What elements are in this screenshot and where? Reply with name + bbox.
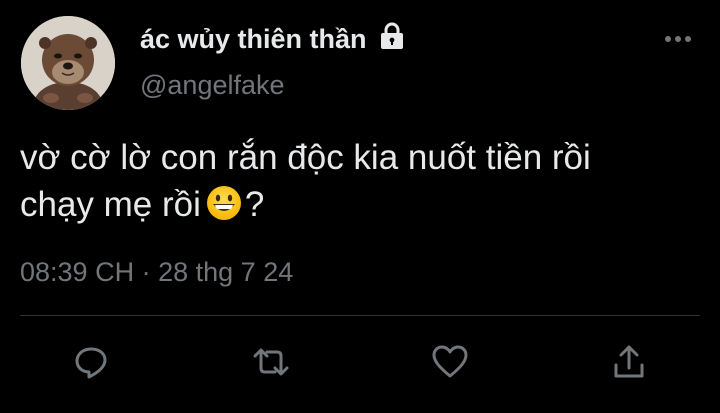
like-button[interactable] (430, 344, 470, 384)
tweet-time: 08:39 CH (20, 257, 135, 287)
retweet-icon (251, 344, 291, 385)
heart-icon (431, 344, 469, 385)
display-name[interactable]: ác wủy thiên thần (140, 24, 367, 55)
tweet-date: 28 thg 7 24 (158, 257, 294, 287)
handle[interactable]: @angelfake (140, 70, 285, 101)
more-icon[interactable] (662, 28, 694, 48)
tweet-text-line-2-main: chạy mẹ rồi (20, 185, 201, 224)
display-name-row: ác wủy thiên thần (140, 22, 407, 57)
tweet-text-line-1: vờ cờ lờ con rắn độc kia nuốt tiền rồi (20, 138, 591, 177)
reply-icon (73, 344, 109, 385)
share-button[interactable] (609, 344, 649, 384)
lock-icon (377, 22, 407, 57)
tweet-text-line-2-end: ? (244, 185, 265, 224)
grinning-face-emoji-icon (205, 184, 243, 234)
otter-avatar-icon (21, 16, 115, 110)
avatar[interactable] (21, 16, 115, 110)
tweet-text: vờ cờ lờ con rắn độc kia nuốt tiền rồi c… (20, 134, 710, 234)
tweet-text-line-2: chạy mẹ rồi ? (20, 181, 710, 234)
divider (20, 315, 700, 316)
meta-separator: · (141, 257, 151, 287)
share-icon (611, 343, 647, 386)
tweet-timestamp[interactable]: 08:39 CH · 28 thg 7 24 (20, 257, 293, 288)
retweet-button[interactable] (251, 344, 291, 384)
reply-button[interactable] (71, 344, 111, 384)
